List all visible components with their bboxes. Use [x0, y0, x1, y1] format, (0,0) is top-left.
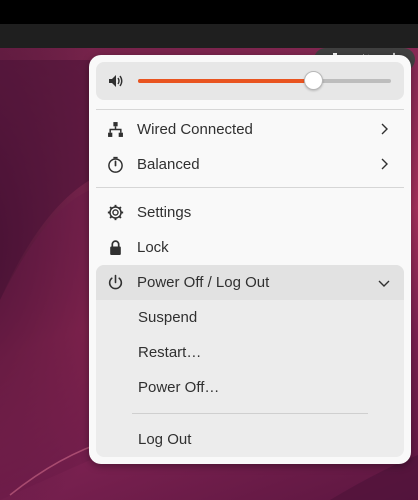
divider [96, 187, 404, 188]
lock-label: Lock [137, 239, 169, 256]
log-out-label: Log Out [138, 431, 192, 448]
suspend-label: Suspend [138, 309, 198, 326]
volume-slider[interactable] [138, 71, 391, 90]
volume-slider-knob[interactable] [303, 71, 323, 90]
wired-connected-item[interactable]: Wired Connected [96, 112, 404, 147]
power-off-logout-label: Power Off / Log Out [137, 274, 270, 291]
power-profile-item[interactable]: Balanced [96, 147, 404, 182]
power-profile-icon [107, 156, 124, 173]
top-edge [0, 0, 418, 24]
power-submenu: Power Off / Log Out Suspend Restart… Pow… [96, 265, 404, 457]
network-wired-icon [107, 121, 124, 138]
power-off-logout-item[interactable]: Power Off / Log Out [96, 265, 404, 300]
top-panel [0, 24, 418, 71]
chevron-down-icon [377, 276, 391, 290]
power-icon [107, 274, 124, 291]
settings-icon [107, 204, 124, 221]
lock-icon [107, 239, 124, 256]
chevron-right-icon [377, 122, 391, 136]
divider [132, 413, 368, 414]
settings-item[interactable]: Settings [96, 195, 404, 230]
wired-connected-label: Wired Connected [137, 121, 253, 138]
volume-slider-fill [138, 79, 313, 83]
volume-row [96, 62, 404, 100]
suspend-item[interactable]: Suspend [96, 300, 404, 335]
speaker-icon[interactable] [108, 73, 124, 89]
restart-label: Restart… [138, 344, 202, 361]
power-profile-label: Balanced [137, 156, 200, 173]
divider [96, 109, 404, 110]
quick-settings-menu: Wired Connected Balanced Settings Lock P… [89, 55, 411, 464]
chevron-right-icon [377, 157, 391, 171]
lock-item[interactable]: Lock [96, 230, 404, 265]
power-off-label: Power Off… [138, 379, 220, 396]
log-out-item[interactable]: Log Out [96, 422, 404, 457]
restart-item[interactable]: Restart… [96, 335, 404, 370]
settings-label: Settings [137, 204, 192, 221]
power-off-item[interactable]: Power Off… [96, 370, 404, 405]
